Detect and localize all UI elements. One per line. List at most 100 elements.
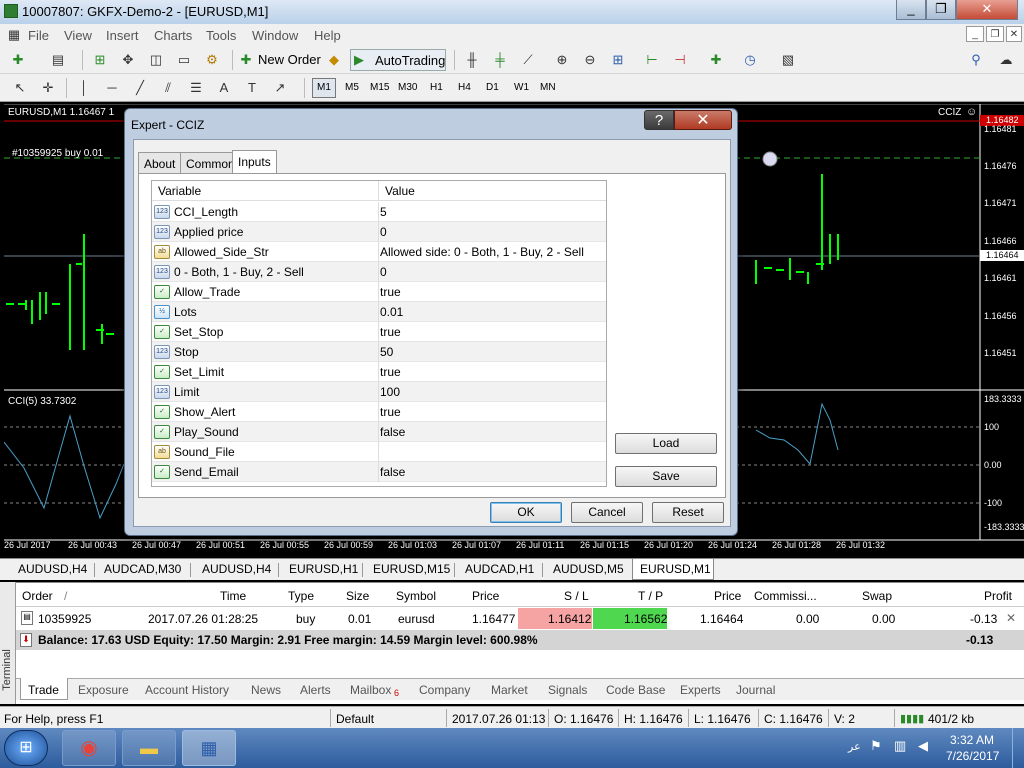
- param-value[interactable]: 50: [380, 345, 393, 359]
- menu-help[interactable]: Help: [314, 28, 341, 43]
- stop-loss-value[interactable]: 1.16412: [548, 612, 591, 626]
- tab-alerts[interactable]: Alerts: [300, 683, 331, 697]
- menu-file[interactable]: File: [28, 28, 49, 43]
- chat-icon[interactable]: ☁: [996, 50, 1016, 70]
- col-type[interactable]: Type: [288, 589, 314, 603]
- param-value[interactable]: 0.01: [380, 305, 403, 319]
- chart-tab-active[interactable]: EURUSD,M1: [640, 562, 711, 576]
- timeframe-m5[interactable]: M5: [345, 82, 359, 93]
- save-button[interactable]: Save: [615, 466, 717, 487]
- timeframe-m15[interactable]: M15: [370, 82, 389, 93]
- parameter-row[interactable]: ✓ Play_Sound false: [152, 422, 606, 442]
- menu-insert[interactable]: Insert: [106, 28, 139, 43]
- col-sl[interactable]: S / L: [564, 589, 589, 603]
- templates-icon[interactable]: ▧: [778, 50, 798, 70]
- tab-market[interactable]: Market: [491, 683, 528, 697]
- chart-tab[interactable]: AUDCAD,H1: [465, 562, 534, 576]
- parameter-row[interactable]: 123 Stop 50: [152, 342, 606, 362]
- zoom-in-icon[interactable]: ⊕: [552, 50, 572, 70]
- param-value[interactable]: Allowed side: 0 - Both, 1 - Buy, 2 - Sel…: [380, 245, 584, 259]
- timeframe-d1[interactable]: D1: [486, 82, 499, 93]
- parameter-row[interactable]: 123 0 - Both, 1 - Buy, 2 - Sell 0: [152, 262, 606, 282]
- strategy-tester-icon[interactable]: ⚙: [202, 50, 222, 70]
- network-icon[interactable]: ▥: [894, 738, 906, 754]
- mdi-close-icon[interactable]: ✕: [1006, 26, 1022, 42]
- tab-news[interactable]: News: [251, 683, 281, 697]
- line-chart-icon[interactable]: ⟋: [518, 50, 538, 70]
- new-order-button[interactable]: New Order: [258, 52, 321, 67]
- app-menu-icon[interactable]: ▦: [4, 25, 24, 45]
- cursor-icon[interactable]: ↖: [10, 78, 30, 98]
- timeframe-mn[interactable]: MN: [540, 82, 556, 93]
- text-icon[interactable]: A: [214, 78, 234, 98]
- param-value[interactable]: true: [380, 285, 401, 299]
- parameter-row[interactable]: 123 CCI_Length 5: [152, 202, 606, 222]
- clock-time[interactable]: 3:32 AM: [950, 733, 994, 747]
- col-cur-price[interactable]: Price: [714, 589, 741, 603]
- col-price[interactable]: Price: [472, 589, 499, 603]
- trendline-icon[interactable]: ╱: [130, 78, 150, 98]
- col-value[interactable]: Value: [378, 181, 606, 201]
- param-value[interactable]: 100: [380, 385, 400, 399]
- maximize-button[interactable]: ❐: [926, 0, 956, 20]
- timeframe-h4[interactable]: H4: [458, 82, 471, 93]
- col-commission[interactable]: Commissi...: [754, 589, 817, 603]
- menu-view[interactable]: View: [64, 28, 92, 43]
- param-value[interactable]: false: [380, 425, 405, 439]
- tab-mailbox[interactable]: Mailbox: [350, 683, 391, 697]
- parameter-row[interactable]: ✓ Send_Email false: [152, 462, 606, 482]
- param-value[interactable]: 0: [380, 225, 387, 239]
- chart-shift-icon[interactable]: ⊢: [642, 50, 662, 70]
- terminal-icon[interactable]: ▭: [174, 50, 194, 70]
- timeframe-m30[interactable]: M30: [398, 82, 417, 93]
- menu-window[interactable]: Window: [252, 28, 298, 43]
- text-label-icon[interactable]: T: [242, 78, 262, 98]
- chart-tab[interactable]: EURUSD,M15: [373, 562, 450, 576]
- tab-account-history[interactable]: Account History: [145, 683, 229, 697]
- periods-icon[interactable]: ◷: [740, 50, 760, 70]
- col-profit[interactable]: Profit: [984, 589, 1012, 603]
- channel-icon[interactable]: ⫽: [158, 78, 178, 98]
- param-value[interactable]: 0: [380, 265, 387, 279]
- parameter-row[interactable]: ✓ Allow_Trade true: [152, 282, 606, 302]
- metatrader-taskbar-icon[interactable]: ▦: [182, 730, 236, 766]
- mdi-restore-icon[interactable]: ❐: [986, 26, 1004, 42]
- language-icon[interactable]: ﻋﺮ: [848, 740, 861, 753]
- cancel-button[interactable]: Cancel: [571, 502, 643, 523]
- param-value[interactable]: false: [380, 465, 405, 479]
- action-center-icon[interactable]: ⚑: [870, 738, 882, 754]
- horizontal-line-icon[interactable]: ─: [102, 78, 122, 98]
- parameter-row[interactable]: ½ Lots 0.01: [152, 302, 606, 322]
- parameter-row[interactable]: 123 Limit 100: [152, 382, 606, 402]
- parameter-row[interactable]: ✓ Set_Stop true: [152, 322, 606, 342]
- data-window-icon[interactable]: ✥: [118, 50, 138, 70]
- tab-company[interactable]: Company: [419, 683, 470, 697]
- col-size[interactable]: Size: [346, 589, 369, 603]
- col-swap[interactable]: Swap: [862, 589, 892, 603]
- ok-button[interactable]: OK: [490, 502, 562, 523]
- new-chart-icon[interactable]: ✚: [8, 50, 28, 70]
- timeframe-m1[interactable]: M1: [317, 82, 331, 93]
- tab-experts[interactable]: Experts: [680, 683, 721, 697]
- arrows-icon[interactable]: ↗: [270, 78, 290, 98]
- volume-icon[interactable]: ◀: [918, 738, 928, 754]
- metaeditor-icon[interactable]: ◆: [324, 50, 344, 70]
- param-value[interactable]: 5: [380, 205, 387, 219]
- search-icon[interactable]: ⚲: [966, 50, 986, 70]
- navigator-icon[interactable]: ◫: [146, 50, 166, 70]
- menu-tools[interactable]: Tools: [206, 28, 236, 43]
- candlestick-icon[interactable]: ╪: [490, 50, 510, 70]
- clock-date[interactable]: 7/26/2017: [946, 749, 999, 763]
- parameter-row[interactable]: ✓ Show_Alert true: [152, 402, 606, 422]
- profiles-icon[interactable]: ▤: [48, 50, 68, 70]
- tab-signals[interactable]: Signals: [548, 683, 587, 697]
- start-button[interactable]: ⊞: [4, 730, 48, 766]
- dialog-close-button[interactable]: ✕: [674, 110, 732, 130]
- autotrading-toggle[interactable]: ▶ AutoTrading: [350, 49, 446, 71]
- load-button[interactable]: Load: [615, 433, 717, 454]
- param-value[interactable]: true: [380, 405, 401, 419]
- close-order-icon[interactable]: ✕: [1006, 611, 1016, 625]
- menu-charts[interactable]: Charts: [154, 28, 192, 43]
- tab-code-base[interactable]: Code Base: [606, 683, 665, 697]
- col-variable[interactable]: Variable: [152, 181, 378, 201]
